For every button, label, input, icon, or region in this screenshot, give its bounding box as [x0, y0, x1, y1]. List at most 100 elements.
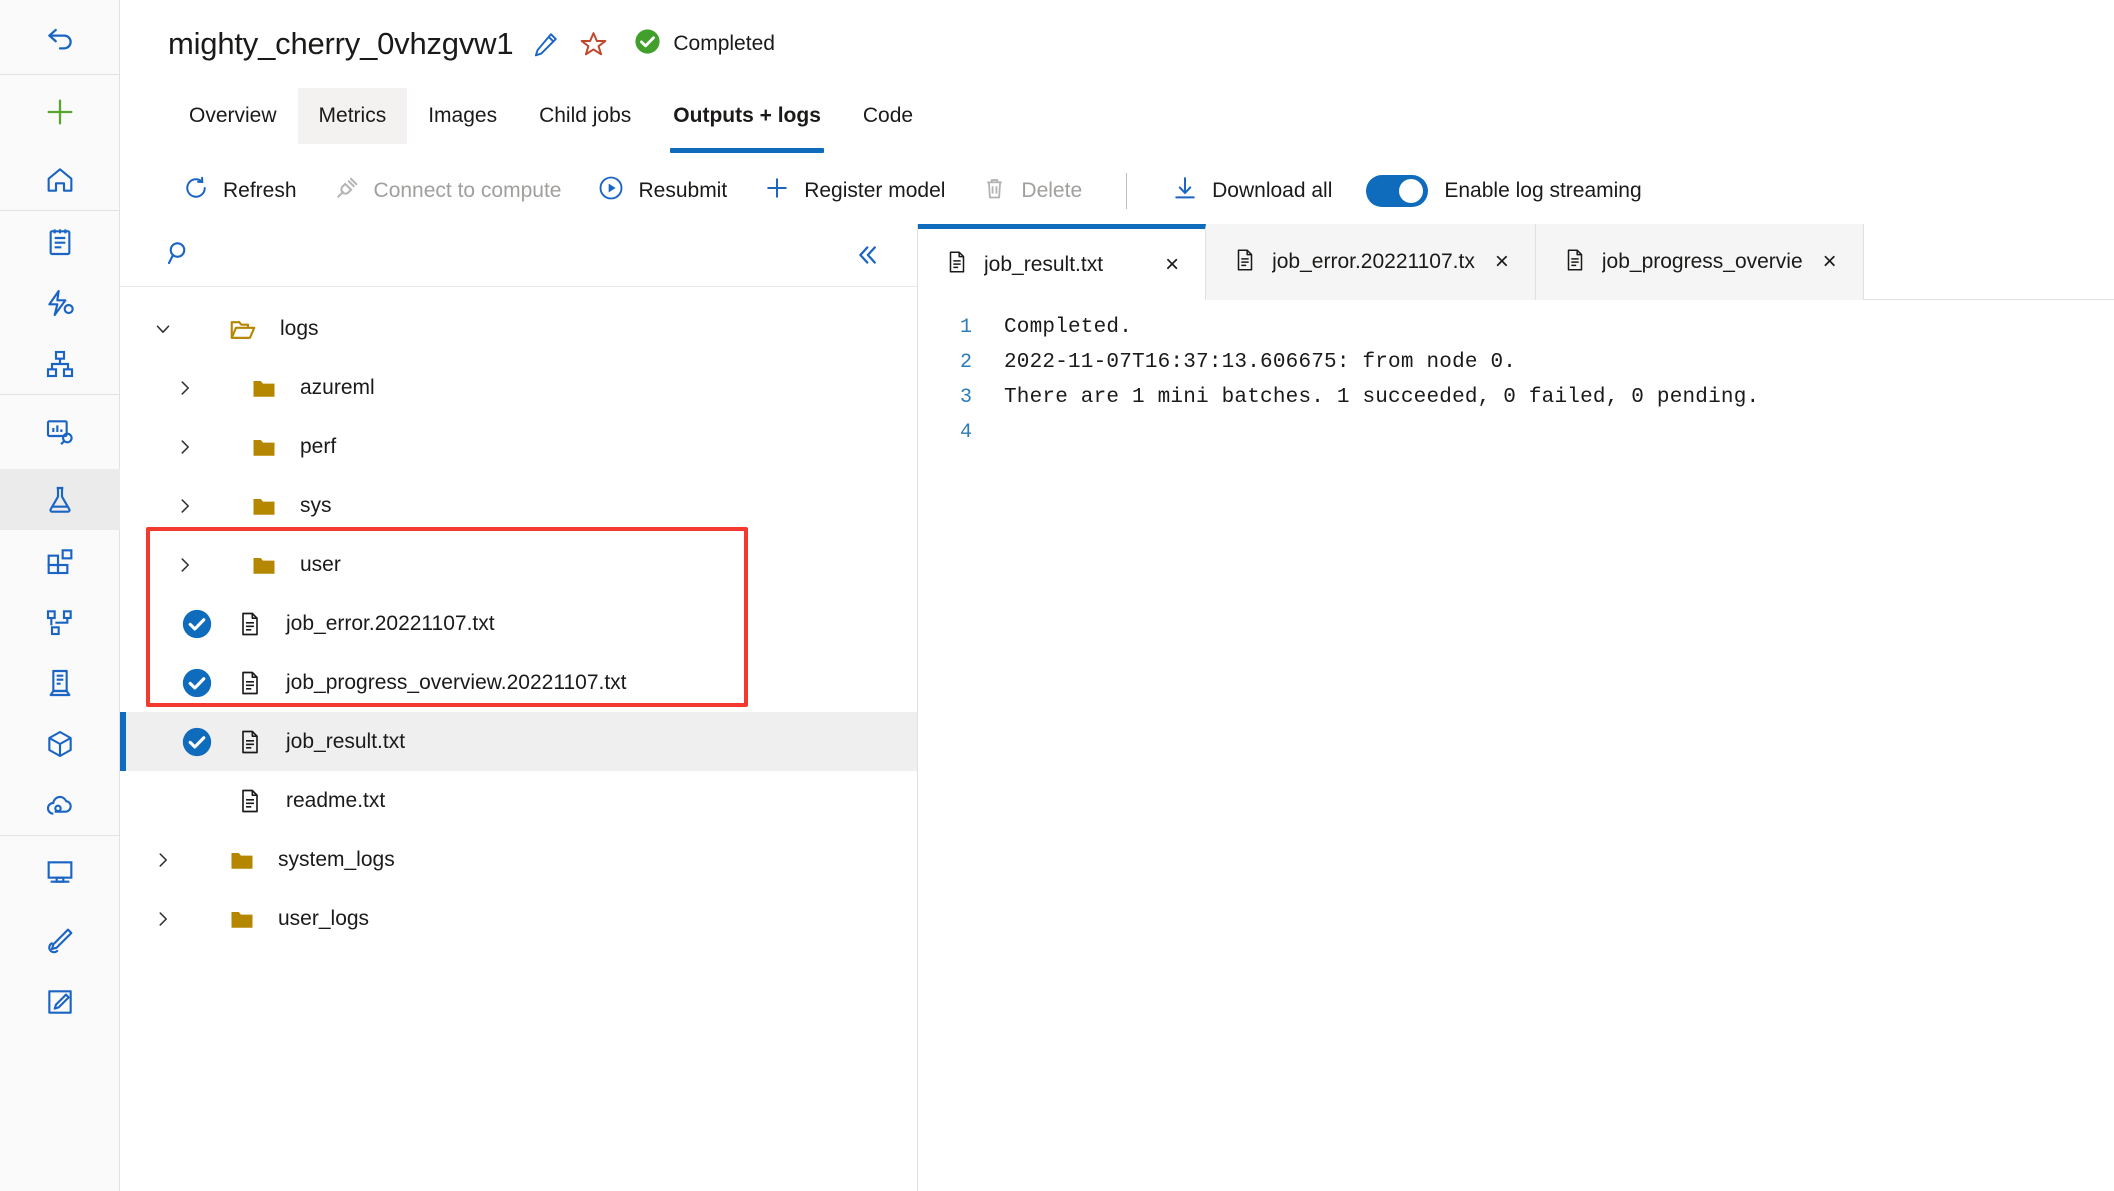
code-line: 4: [918, 421, 2114, 456]
new-icon: [43, 95, 77, 129]
folder-icon: [250, 433, 278, 461]
pencil-icon[interactable]: [531, 30, 560, 59]
close-icon[interactable]: ×: [1165, 252, 1179, 277]
search-input[interactable]: [206, 243, 851, 267]
tree-row[interactable]: job_error.20221107.txt: [120, 594, 917, 653]
chevron-right-icon[interactable]: [164, 495, 206, 517]
register-model-button[interactable]: Register model: [745, 167, 963, 215]
components-icon: [44, 545, 76, 577]
automated-ml-icon-button[interactable]: [0, 272, 120, 333]
tab-label: Images: [428, 104, 498, 127]
endpoints-cloud-icon-button[interactable]: [0, 774, 120, 835]
folder-icon: [228, 846, 256, 874]
tab-code[interactable]: Code: [842, 88, 934, 144]
data-monitor-icon-button[interactable]: [0, 395, 120, 469]
chevron-right-icon[interactable]: [142, 908, 184, 930]
notebooks-icon-button[interactable]: [0, 211, 120, 272]
components-icon-button[interactable]: [0, 530, 120, 591]
tree-row[interactable]: logs: [120, 299, 917, 358]
tree-row[interactable]: job_result.txt: [120, 712, 917, 771]
back-icon: [43, 20, 77, 54]
file-tab-job-progress-overview[interactable]: job_progress_overvie ×: [1535, 224, 1864, 300]
tab-overview[interactable]: Overview: [168, 88, 298, 144]
tab-label: Metrics: [318, 104, 387, 127]
refresh-button[interactable]: Refresh: [164, 167, 315, 215]
connect-to-compute-button[interactable]: Connect to compute: [315, 167, 580, 215]
file-checkbox[interactable]: [180, 725, 214, 759]
models-cube-icon-button[interactable]: [0, 713, 120, 774]
labeling-pen-icon-button[interactable]: [0, 910, 120, 971]
close-icon[interactable]: ×: [1495, 250, 1509, 274]
double-chevron-left-icon[interactable]: [851, 240, 881, 270]
tree-row[interactable]: system_logs: [120, 830, 917, 889]
tree-node-label: job_error.20221107.txt: [286, 611, 495, 635]
monitor-icon-button[interactable]: [0, 836, 120, 910]
tab-child-jobs[interactable]: Child jobs: [518, 88, 652, 144]
status-badge: Completed: [633, 27, 775, 61]
line-text: There are 1 mini batches. 1 succeeded, 0…: [1004, 386, 1760, 409]
tab-metrics[interactable]: Metrics: [297, 88, 408, 144]
star-icon[interactable]: [578, 29, 609, 60]
designer-pipeline-icon: [44, 348, 76, 380]
tree-row[interactable]: sys: [120, 476, 917, 535]
edit-square-icon: [44, 986, 76, 1018]
tree-row[interactable]: perf: [120, 417, 917, 476]
pipelines-icon-button[interactable]: [0, 591, 120, 652]
download-all-button[interactable]: Download all: [1153, 167, 1350, 215]
chevron-right-icon[interactable]: [164, 554, 206, 576]
chevron-right-icon[interactable]: [164, 377, 206, 399]
log-content[interactable]: 1 Completed. 2 2022-11-07T16:37:13.60667…: [918, 300, 2114, 1191]
delete-label: Delete: [1021, 179, 1083, 202]
file-search-bar: [120, 224, 917, 287]
line-number: 3: [959, 386, 972, 409]
trash-icon: [981, 175, 1008, 208]
tree-node-label: job_progress_overview.20221107.txt: [286, 670, 627, 694]
file-checkbox[interactable]: [180, 607, 214, 641]
close-icon[interactable]: ×: [1823, 250, 1837, 274]
tree-row[interactable]: user_logs: [120, 889, 917, 948]
tree-node-label: azureml: [300, 375, 375, 399]
page-header: mighty_cherry_0vhzgvw1 Completed: [120, 0, 2114, 88]
tree-row[interactable]: azureml: [120, 358, 917, 417]
edit-square-icon-button[interactable]: [0, 971, 120, 1032]
tab-outputs-logs[interactable]: Outputs + logs: [652, 88, 842, 153]
download-icon: [1171, 174, 1199, 208]
new-icon-button[interactable]: [0, 75, 120, 149]
file-checkbox[interactable]: [180, 666, 214, 700]
folder-icon: [228, 905, 256, 933]
file-tab-label: job_result.txt: [984, 252, 1104, 276]
chevron-right-icon[interactable]: [142, 849, 184, 871]
resubmit-button[interactable]: Resubmit: [579, 167, 745, 215]
chevron-right-icon[interactable]: [164, 436, 206, 458]
line-text: Completed.: [1004, 316, 1133, 339]
log-viewer-panel: job_result.txt × job_error.20221107.tx ×: [918, 224, 2114, 1191]
register-model-label: Register model: [804, 179, 946, 202]
file-icon: [236, 610, 264, 638]
experiments-flask-icon-button[interactable]: [0, 469, 120, 530]
search-icon[interactable]: [164, 238, 194, 273]
file-icon: [944, 249, 970, 280]
compute-icon-button[interactable]: [0, 652, 120, 713]
pipelines-icon: [44, 606, 76, 638]
file-tab-job-result[interactable]: job_result.txt ×: [918, 224, 1207, 300]
code-line: 1 Completed.: [918, 316, 2114, 351]
job-tabs: Overview Metrics Images Child jobs Outpu…: [120, 88, 2114, 153]
file-checkbox-empty[interactable]: [180, 784, 214, 818]
folder-icon: [250, 551, 278, 579]
back-icon-button[interactable]: [0, 0, 120, 74]
tab-label: Overview: [189, 104, 277, 127]
enable-log-streaming-toggle[interactable]: [1366, 175, 1429, 207]
tree-row[interactable]: readme.txt: [120, 771, 917, 830]
experiments-flask-icon: [44, 484, 76, 516]
designer-pipeline-icon-button[interactable]: [0, 333, 120, 394]
resubmit-label: Resubmit: [638, 179, 728, 202]
home-icon-button[interactable]: [0, 149, 120, 210]
tab-images[interactable]: Images: [407, 88, 518, 144]
file-tab-job-error[interactable]: job_error.20221107.tx ×: [1206, 224, 1536, 300]
tree-row[interactable]: job_progress_overview.20221107.txt: [120, 653, 917, 712]
chevron-down-icon[interactable]: [142, 318, 184, 340]
delete-button[interactable]: Delete: [963, 167, 1100, 215]
tree-row[interactable]: user: [120, 535, 917, 594]
search-group: [164, 238, 851, 273]
command-bar: Refresh Connect to compute Resubmit Regi…: [120, 158, 2114, 224]
